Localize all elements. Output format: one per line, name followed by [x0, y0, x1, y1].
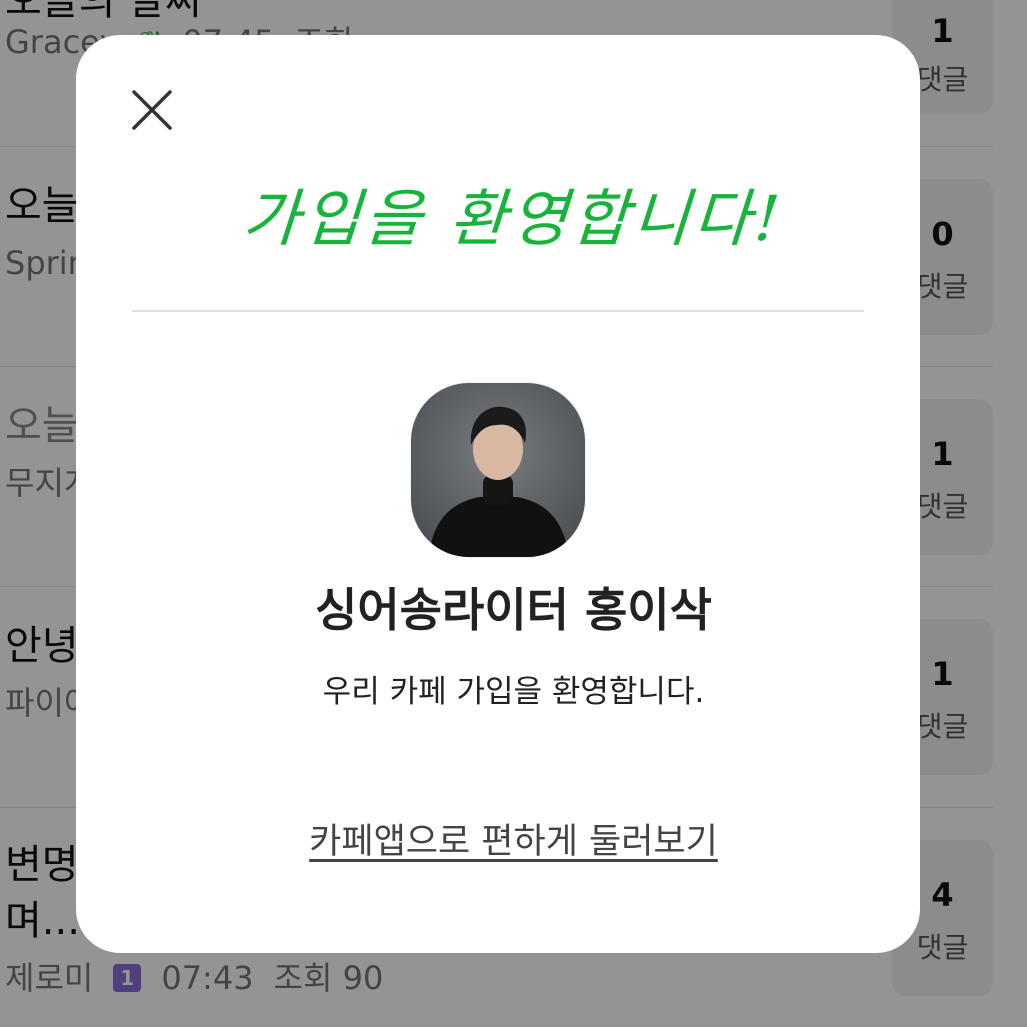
divider [132, 310, 864, 312]
person-portrait-icon [429, 406, 569, 557]
close-icon [132, 90, 172, 130]
open-app-link[interactable]: 카페앱으로 편하게 둘러보기 [0, 818, 1027, 866]
welcome-message: 우리 카페 가입을 환영합니다. [322, 674, 705, 710]
cafe-avatar [411, 383, 585, 557]
welcome-headline: 가입을 환영합니다! [240, 182, 787, 255]
close-button[interactable] [126, 84, 178, 136]
cafe-name: 싱어송라이터 홍이삭 [315, 583, 712, 637]
